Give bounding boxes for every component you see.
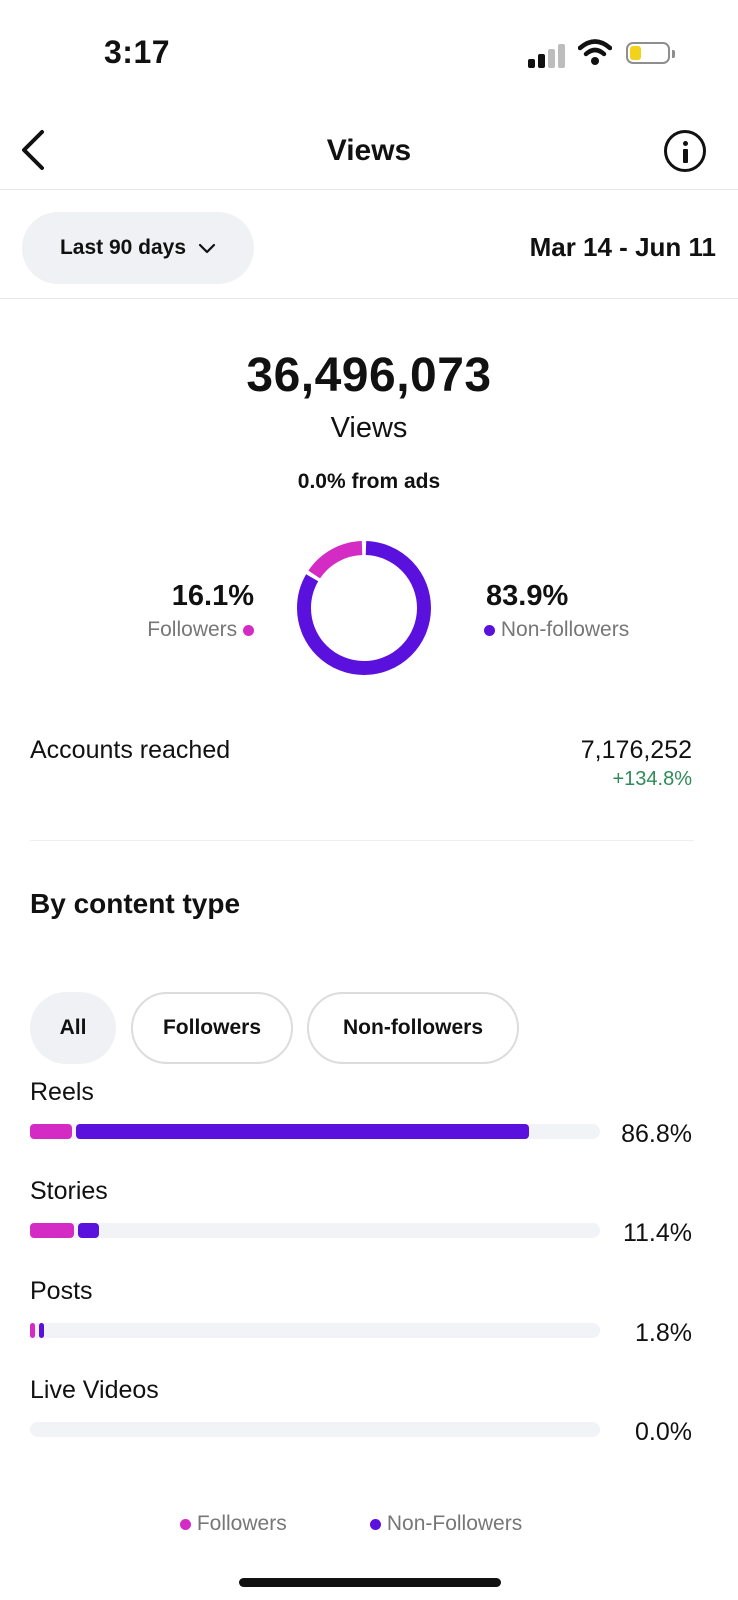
legend-nonfollowers-label: Non-Followers bbox=[386, 1512, 523, 1535]
row-stories-percent: 11.4% bbox=[622, 1219, 692, 1247]
cellular-signal-icon bbox=[528, 42, 570, 68]
followers-label: Followers bbox=[147, 618, 238, 641]
bar-reels bbox=[30, 1124, 600, 1139]
nonfollowers-percent: 83.9% bbox=[486, 580, 569, 612]
section-divider bbox=[30, 840, 694, 841]
bar-live bbox=[30, 1422, 600, 1437]
followers-dot-icon bbox=[243, 624, 254, 636]
row-reels-percent: 86.8% bbox=[621, 1120, 692, 1148]
accounts-reached-value: 7,176,252 bbox=[580, 736, 692, 764]
status-time: 3:17 bbox=[104, 34, 171, 70]
total-views: 36,496,073 bbox=[246, 349, 492, 402]
row-posts-percent: 1.8% bbox=[635, 1319, 692, 1347]
battery-icon bbox=[626, 42, 675, 64]
row-live-percent: 0.0% bbox=[635, 1418, 692, 1446]
bar-posts-followers bbox=[30, 1323, 36, 1338]
legend-followers-dot-icon bbox=[180, 1518, 191, 1530]
bar-reels-nonfollowers bbox=[76, 1124, 529, 1139]
bar-posts-nonfollowers bbox=[39, 1323, 45, 1338]
page-title: Views bbox=[326, 134, 412, 167]
filter-divider bbox=[0, 298, 738, 299]
legend-nonfollowers-dot-icon bbox=[370, 1518, 381, 1530]
date-range-dropdown[interactable]: Last 90 days bbox=[22, 212, 254, 284]
bar-stories bbox=[30, 1223, 600, 1238]
bar-stories-nonfollowers bbox=[78, 1223, 99, 1238]
legend-nonfollowers: Non-Followers bbox=[370, 1512, 522, 1536]
legend-followers: Followers bbox=[180, 1512, 287, 1536]
header-divider bbox=[0, 189, 738, 190]
row-stories-label: Stories bbox=[30, 1177, 108, 1205]
nonfollowers-label: Non-followers bbox=[500, 618, 630, 641]
date-range-text: Mar 14 - Jun 11 bbox=[529, 232, 716, 262]
followers-percent: 16.1% bbox=[171, 580, 254, 612]
wifi-icon bbox=[578, 39, 612, 65]
bar-stories-followers bbox=[30, 1223, 75, 1238]
views-label: Views bbox=[330, 412, 408, 444]
bar-posts bbox=[30, 1323, 600, 1338]
ads-share: 0.0% from ads bbox=[297, 470, 441, 493]
home-indicator[interactable] bbox=[239, 1578, 501, 1587]
info-icon[interactable] bbox=[664, 130, 706, 172]
section-title: By content type bbox=[30, 888, 241, 919]
chip-nonfollowers[interactable]: Non-followers bbox=[307, 992, 519, 1064]
accounts-reached-label: Accounts reached bbox=[30, 736, 231, 764]
nonfollowers-legend: Non-followers bbox=[484, 618, 629, 642]
row-reels-label: Reels bbox=[30, 1078, 94, 1106]
row-posts-label: Posts bbox=[30, 1277, 93, 1305]
chip-all[interactable]: All bbox=[30, 992, 116, 1064]
legend-followers-label: Followers bbox=[196, 1512, 287, 1535]
chip-followers[interactable]: Followers bbox=[131, 992, 293, 1064]
audience-donut-chart bbox=[297, 541, 431, 675]
donut-followers-arc bbox=[297, 541, 431, 675]
bar-reels-followers bbox=[30, 1124, 73, 1139]
row-live-label: Live Videos bbox=[30, 1376, 159, 1404]
nonfollowers-dot-icon bbox=[484, 624, 495, 636]
chevron-down-icon bbox=[198, 243, 216, 254]
date-range-label: Last 90 days bbox=[59, 236, 187, 259]
followers-legend: Followers bbox=[60, 618, 254, 642]
accounts-reached-change: +134.8% bbox=[612, 768, 692, 790]
